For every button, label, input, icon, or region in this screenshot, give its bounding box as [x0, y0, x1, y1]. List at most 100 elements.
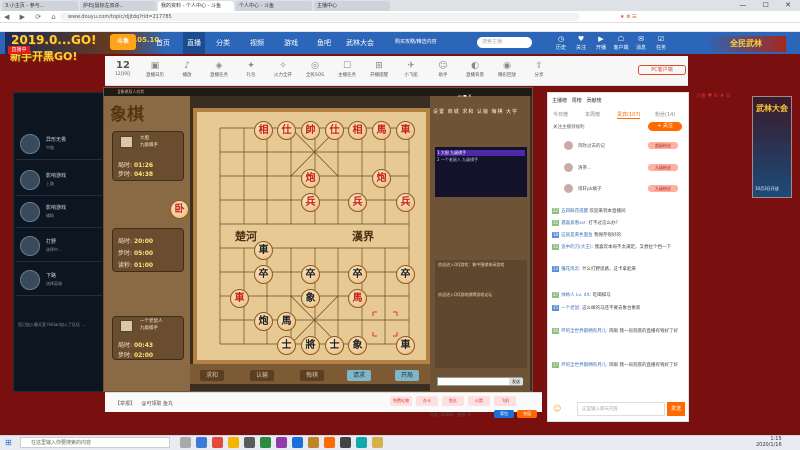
taskbar-search[interactable]: 在这里输入你要搜索的内容: [20, 437, 170, 448]
backpack-button[interactable]: 背包: [494, 410, 514, 418]
piece-black-shi[interactable]: 士: [325, 336, 344, 355]
piece-black-xiang[interactable]: 象: [348, 336, 367, 355]
browser-tab[interactable]: 我的资料 - 个人中心 - 斗鱼: [158, 1, 234, 11]
piece-black-xiang[interactable]: 象: [301, 289, 320, 308]
xiangqi-board[interactable]: 楚河 漢界: [193, 108, 430, 364]
piece-black-ma[interactable]: 馬: [277, 312, 296, 331]
piece-red-pao[interactable]: 炮: [372, 169, 391, 188]
follow-button[interactable]: + 关注: [648, 122, 682, 131]
piece-black-jiang[interactable]: 將: [301, 336, 320, 355]
piece-red-ju[interactable]: 車: [230, 289, 249, 308]
live-icon[interactable]: ▶ 开播: [592, 34, 610, 51]
gift-button[interactable]: 飞机: [494, 396, 516, 406]
settings-icon[interactable]: 设置: [433, 109, 445, 115]
back-forward-icon[interactable]: ◀ ▶ ⟳ ⌂: [4, 11, 60, 23]
piece-red-ju[interactable]: 車: [396, 121, 415, 140]
tool-calendar[interactable]: ▣ 直播日历: [140, 60, 170, 78]
piece-red-shuai[interactable]: 帥: [301, 121, 320, 140]
tool-play[interactable]: ♪ 播放: [172, 60, 202, 78]
nav-games[interactable]: 游戏: [284, 32, 298, 54]
nav-live[interactable]: 直播: [183, 32, 205, 54]
piece-black-ju[interactable]: 車: [396, 336, 415, 355]
undo-button[interactable]: 悔棋: [300, 370, 324, 381]
tab-today[interactable]: 今日榜: [553, 111, 568, 118]
chat-input[interactable]: 这里输入聊天内容: [577, 402, 665, 416]
tool-helper[interactable]: ☺ 助手: [428, 60, 458, 78]
tab-week[interactable]: 本周榜: [585, 111, 600, 118]
chess-app-icon[interactable]: [372, 437, 383, 448]
taskview-icon[interactable]: [180, 437, 191, 448]
side-share-icons[interactable]: 斗鱼 ♥ ⚙ ★ ☰: [696, 92, 748, 99]
piece-black-zu[interactable]: 卒: [348, 265, 367, 284]
promo-link[interactable]: 购买攻略/精选内容: [395, 38, 437, 45]
gift-button[interactable]: 鱼丸: [442, 396, 464, 406]
window-controls[interactable]: — ☐ ✕: [739, 0, 798, 11]
resign-button[interactable]: 认输: [250, 370, 274, 381]
extension-icons[interactable]: ★ ⚙ ☰: [620, 11, 637, 23]
piece-red-xiang[interactable]: 相: [348, 121, 367, 140]
list-item[interactable]: 风吹过去的记 超级粉丝: [552, 141, 684, 153]
chess-side-icons[interactable]: 设置 商城 求和 认输 悔棋 大字: [433, 108, 518, 115]
piece-black-zu[interactable]: 卒: [396, 265, 415, 284]
nav-fishbar[interactable]: 鱼吧: [317, 32, 331, 54]
piece-red-ma[interactable]: 馬: [372, 121, 391, 140]
piece-black-pao[interactable]: 炮: [254, 312, 273, 331]
game-chat-send-button[interactable]: 发送: [509, 378, 523, 385]
piece-red-bing[interactable]: 兵: [396, 193, 415, 212]
site-logo[interactable]: 斗鱼: [110, 34, 136, 50]
gift-button[interactable]: 火箭: [468, 396, 490, 406]
piece-red-shi[interactable]: 仕: [277, 121, 296, 140]
piece-red-shi[interactable]: 仕: [325, 121, 344, 140]
lol-player-row[interactable]: 影响游戏 上路: [16, 166, 102, 196]
resign-icon[interactable]: 认输: [477, 109, 489, 115]
piece-black-ju[interactable]: 車: [254, 241, 273, 260]
mail-icon[interactable]: ✉ 消息: [632, 34, 650, 51]
taskbar-clock[interactable]: 1:15 2020/1/16: [756, 436, 782, 448]
lol-player-row[interactable]: 影响游戏 辅助: [16, 198, 102, 228]
tool-background[interactable]: ◐ 直播背景: [460, 60, 490, 78]
lol-player-row[interactable]: 下路 选择英雄: [16, 266, 102, 296]
tool-sos[interactable]: ◎ 全民SOS: [300, 60, 330, 78]
tab-vip[interactable]: 贵宾(107): [617, 111, 641, 119]
corner-brand[interactable]: 全民武林: [706, 36, 786, 52]
app-icon[interactable]: [292, 437, 303, 448]
chess-window-controls[interactable]: ▭ ▬ ✕: [458, 93, 471, 98]
piece-red-ma[interactable]: 馬: [348, 289, 367, 308]
live-calendar[interactable]: 12 12月9日: [112, 60, 134, 77]
client-icon[interactable]: ☖ 客户端: [612, 34, 630, 51]
lol-player-row[interactable]: 异形无畏 中路: [16, 130, 102, 160]
draw-icon[interactable]: 求和: [462, 109, 474, 115]
tool-remind[interactable]: ⊞ 开播提醒: [364, 60, 394, 78]
tool-task[interactable]: ◈ 直播任务: [204, 60, 234, 78]
history-icon[interactable]: ◷ 历史: [552, 34, 570, 51]
edge-icon[interactable]: [196, 437, 207, 448]
bigfont-icon[interactable]: 大字: [506, 109, 518, 115]
chat-send-button[interactable]: 发送: [667, 402, 685, 416]
app-icon[interactable]: [308, 437, 319, 448]
nav-wulin[interactable]: 武林大会: [346, 32, 374, 54]
piece-red-pao[interactable]: 炮: [301, 169, 320, 188]
app-icon[interactable]: [356, 437, 367, 448]
douyu-icon[interactable]: [324, 437, 335, 448]
app-icon[interactable]: [276, 437, 287, 448]
explorer-icon[interactable]: [228, 437, 239, 448]
nav-video[interactable]: 视频: [250, 32, 264, 54]
piece-black-shi[interactable]: 士: [277, 336, 296, 355]
undo-icon[interactable]: 悔棋: [491, 109, 503, 115]
tool-gift[interactable]: ✦ 礼包: [236, 60, 266, 78]
follow-icon[interactable]: ♥ 关注: [572, 34, 590, 51]
browser-tab[interactable]: 炉石|鼠标左双杀..: [80, 1, 156, 11]
app-icon[interactable]: [260, 437, 271, 448]
lol-player-row[interactable]: 打野 选择中...: [16, 232, 102, 262]
list-item[interactable]: 雨轩pk橘子 九级粉丝: [552, 184, 684, 196]
browser-tab[interactable]: 3.小主页 - 参与...: [2, 1, 78, 11]
gift-button[interactable]: 办卡: [416, 396, 438, 406]
tool-fire[interactable]: ✧ 火力全开: [268, 60, 298, 78]
start-button[interactable]: 开局: [395, 370, 419, 381]
piece-black-zu[interactable]: 卒: [254, 265, 273, 284]
tool-share[interactable]: ⇪ 分享: [524, 60, 554, 78]
tool-ship[interactable]: ✈ 小飞船: [396, 60, 426, 78]
tab-fans[interactable]: 粉丝(14): [655, 111, 675, 118]
nav-category[interactable]: 分类: [216, 32, 230, 54]
list-item[interactable]: 1 大胆 九级棋手: [437, 150, 525, 156]
